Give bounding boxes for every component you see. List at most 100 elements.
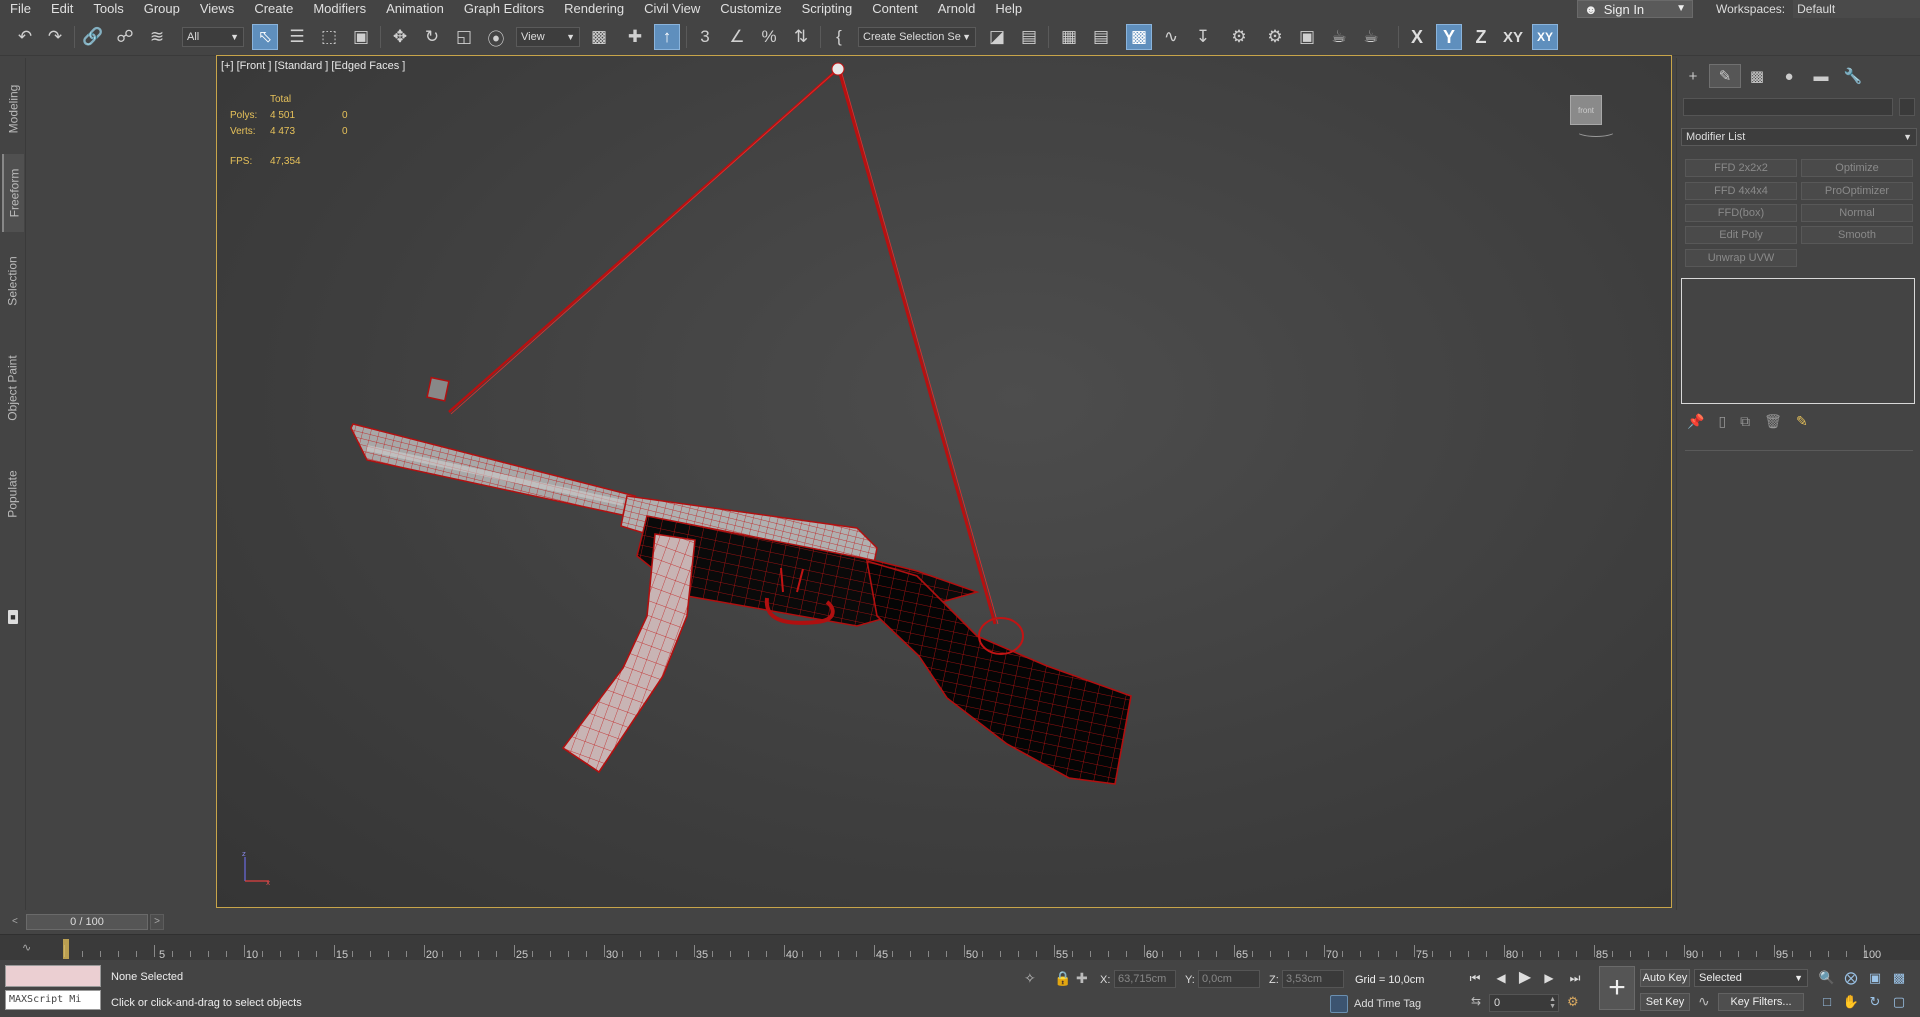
z-coordinate-field[interactable]: 3,53cm: [1282, 970, 1344, 988]
play-icon[interactable]: ▶: [1516, 969, 1534, 987]
orbit-icon[interactable]: ↻: [1866, 993, 1884, 1011]
modifier-unwrap-uvw-button[interactable]: Unwrap UVW: [1685, 249, 1797, 267]
hierarchy-tab-icon[interactable]: ▩: [1741, 64, 1773, 88]
frame-ruler[interactable]: 0510152025303540455055606570758085909510…: [64, 935, 1881, 961]
material-editor-icon[interactable]: ⚙: [1226, 24, 1252, 50]
menu-content[interactable]: Content: [862, 0, 928, 18]
curve-editor-mini-icon[interactable]: ∿: [22, 941, 31, 954]
menu-create[interactable]: Create: [244, 0, 303, 18]
next-frame-icon[interactable]: ▶: [1540, 969, 1558, 987]
spinner-snap-icon[interactable]: ⇅: [788, 24, 814, 50]
viewcube[interactable]: front: [1570, 95, 1602, 125]
menu-graph-editors[interactable]: Graph Editors: [454, 0, 554, 18]
axis-z-button[interactable]: Z: [1468, 24, 1494, 50]
time-slider-thumb[interactable]: 0 / 100: [26, 914, 148, 930]
undo-icon[interactable]: ↶: [12, 24, 38, 50]
time-slider[interactable]: < 0 / 100 >: [0, 912, 1920, 932]
modifier-list-dropdown[interactable]: Modifier List ▼: [1681, 128, 1917, 146]
align-icon[interactable]: ▤: [1016, 24, 1042, 50]
track-bar[interactable]: ∿ 05101520253035404550556065707580859095…: [0, 934, 1920, 961]
scale-icon[interactable]: ◱: [451, 24, 477, 50]
remove-modifier-icon[interactable]: 🗑: [1764, 413, 1782, 430]
menu-edit[interactable]: Edit: [41, 0, 83, 18]
modifier-ffd-2x2x2-button[interactable]: FFD 2x2x2: [1685, 159, 1797, 177]
make-unique-icon[interactable]: ⧉: [1740, 413, 1750, 430]
pan-view-icon[interactable]: ✋: [1842, 993, 1860, 1011]
menu-help[interactable]: Help: [985, 0, 1032, 18]
viewport-label[interactable]: [+] [Front ] [Standard ] [Edged Faces ]: [221, 60, 405, 72]
object-name-field[interactable]: [1683, 98, 1893, 116]
named-selection-dropdown[interactable]: Create Selection Se ▼: [858, 27, 976, 47]
configure-modifier-sets-icon[interactable]: ✎: [1796, 413, 1808, 430]
motion-tab-icon[interactable]: ●: [1773, 64, 1805, 88]
scene-explorer-icon[interactable]: ▦: [1056, 24, 1082, 50]
window-crossing-icon[interactable]: ▣: [348, 24, 374, 50]
isolate-selection-icon[interactable]: ✧: [1024, 970, 1036, 987]
rectangle-selection-icon[interactable]: ⬚: [316, 24, 342, 50]
pin-stack-icon[interactable]: 📌: [1687, 413, 1704, 430]
menu-scripting[interactable]: Scripting: [792, 0, 863, 18]
axis-x-button[interactable]: X: [1404, 24, 1430, 50]
zoom-extents-icon[interactable]: ▣: [1866, 969, 1884, 987]
select-by-name-icon[interactable]: ☰: [284, 24, 310, 50]
time-configuration-icon[interactable]: ⚙: [1567, 994, 1579, 1010]
percent-snap-icon[interactable]: %: [756, 24, 782, 50]
key-filters-button[interactable]: Key Filters...: [1718, 993, 1804, 1011]
add-time-tag-button[interactable]: Add Time Tag: [1330, 994, 1421, 1014]
layer-explorer-icon[interactable]: ▤: [1088, 24, 1114, 50]
move-icon[interactable]: ✥: [387, 24, 413, 50]
render-production-icon[interactable]: ☕: [1326, 24, 1352, 50]
menu-customize[interactable]: Customize: [710, 0, 791, 18]
spinner-icon[interactable]: ▲ ▼: [1549, 996, 1556, 1010]
x-coordinate-field[interactable]: 63,715cm: [1114, 970, 1176, 988]
link-icon[interactable]: 🔗: [80, 24, 106, 50]
modify-tab-icon[interactable]: ✎: [1709, 64, 1741, 88]
modifier-normal-button[interactable]: Normal: [1801, 204, 1913, 222]
sign-in-button[interactable]: ☻ Sign In ▼: [1577, 0, 1693, 18]
tab-object-paint[interactable]: Object Paint: [2, 336, 24, 440]
maximize-viewport-icon[interactable]: ▢: [1890, 993, 1908, 1011]
object-color-swatch[interactable]: [1899, 98, 1915, 116]
maxscript-listener[interactable]: MAXScript Mi: [5, 965, 101, 1012]
go-to-end-icon[interactable]: ⏭: [1566, 969, 1584, 987]
workspaces-dropdown[interactable]: Default: [1793, 0, 1920, 18]
menu-tools[interactable]: Tools: [83, 0, 133, 18]
maxscript-input[interactable]: MAXScript Mi: [5, 990, 101, 1010]
modifier-stack[interactable]: [1681, 278, 1915, 404]
menu-file[interactable]: File: [0, 0, 41, 18]
edit-named-selection-icon[interactable]: {: [826, 24, 852, 50]
axis-xy-button[interactable]: XY: [1500, 24, 1526, 50]
select-manipulate-icon[interactable]: ✚: [622, 24, 648, 50]
unlink-icon[interactable]: ☍: [112, 24, 138, 50]
model-wireframe[interactable]: [217, 56, 1672, 908]
menu-animation[interactable]: Animation: [376, 0, 454, 18]
front-viewport[interactable]: [+] [Front ] [Standard ] [Edged Faces ] …: [216, 55, 1672, 908]
tab-populate[interactable]: Populate: [2, 448, 24, 540]
key-selection-dropdown[interactable]: Selected ▼: [1694, 969, 1808, 987]
show-end-result-icon[interactable]: ▯: [1718, 413, 1726, 430]
zoom-region-icon[interactable]: □: [1818, 993, 1836, 1011]
modifier-ffd-box-button[interactable]: FFD(box): [1685, 204, 1797, 222]
ribbon-toggle-icon[interactable]: ▩: [1126, 24, 1152, 50]
display-tab-icon[interactable]: ▬: [1805, 64, 1837, 88]
modifier-prooptimizer-button[interactable]: ProOptimizer: [1801, 182, 1913, 200]
current-frame-field[interactable]: 0 ▲ ▼: [1489, 994, 1559, 1012]
menu-group[interactable]: Group: [134, 0, 190, 18]
modifier-smooth-button[interactable]: Smooth: [1801, 226, 1913, 244]
modifier-optimize-button[interactable]: Optimize: [1801, 159, 1913, 177]
menu-arnold[interactable]: Arnold: [928, 0, 986, 18]
default-in-out-tangents-icon[interactable]: ∿: [1698, 993, 1710, 1010]
zoom-icon[interactable]: 🔍: [1818, 969, 1836, 987]
menu-views[interactable]: Views: [190, 0, 244, 18]
redo-icon[interactable]: ↷: [42, 24, 68, 50]
mirror-icon[interactable]: ◪: [984, 24, 1010, 50]
zoom-extents-all-icon[interactable]: ▩: [1890, 969, 1908, 987]
auto-key-button[interactable]: Auto Key: [1640, 969, 1690, 987]
menu-civil-view[interactable]: Civil View: [634, 0, 710, 18]
tab-freeform[interactable]: Freeform: [2, 154, 24, 232]
go-to-start-icon[interactable]: ⏮: [1466, 969, 1484, 987]
render-setup-icon[interactable]: ⚙: [1262, 24, 1288, 50]
selection-lock-icon[interactable]: 🔒: [1054, 970, 1071, 987]
snaps-toggle-icon[interactable]: 3: [692, 24, 718, 50]
menu-rendering[interactable]: Rendering: [554, 0, 634, 18]
